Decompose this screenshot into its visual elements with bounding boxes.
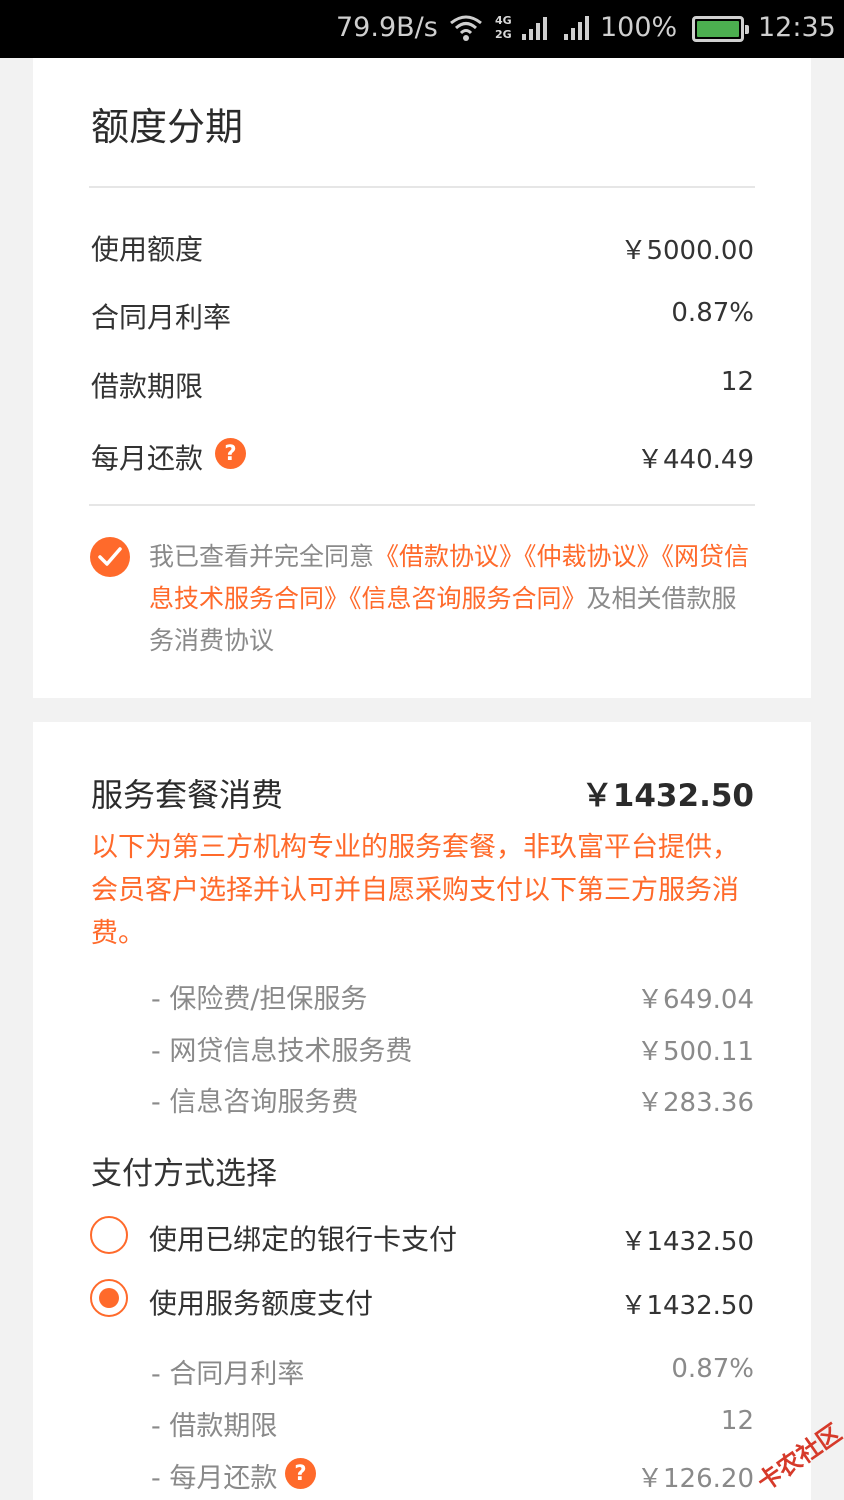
link-consulting-contract[interactable]: 《信息咨询服务合同》 bbox=[349, 584, 587, 613]
row-label-term: 借款期限 bbox=[91, 370, 204, 403]
fee-value-consulting: ￥283.36 bbox=[637, 1088, 754, 1118]
fee-value-insurance: ￥649.04 bbox=[637, 985, 754, 1015]
fee-label-tech: - 网贷信息技术服务费 bbox=[151, 1036, 413, 1067]
fee-label-insurance: - 保险费/担保服务 bbox=[151, 984, 368, 1015]
row-value-limit: ￥5000.00 bbox=[620, 236, 754, 266]
link-arbitration-agreement[interactable]: 《仲裁协议》 bbox=[524, 542, 662, 571]
signal-strength-icon bbox=[564, 16, 589, 40]
payment-value-bank-card: ￥1432.50 bbox=[620, 1227, 754, 1257]
help-icon[interactable]: ? bbox=[285, 1458, 316, 1489]
status-bar: 79.9B/s 4G 2G 100% 12:35 bbox=[0, 0, 844, 58]
limit-installment-card: 额度分期 使用额度 ￥5000.00 合同月利率 0.87% 借款期限 12 每… bbox=[33, 58, 811, 698]
third-party-notice: 以下为第三方机构专业的服务套餐，非玖富平台提供，会员客户选择并认可并自愿采购支付… bbox=[91, 832, 739, 949]
battery-tip bbox=[745, 25, 749, 34]
detail-label-term: - 借款期限 bbox=[151, 1411, 278, 1442]
agreement-text: 我已查看并完全同意《借款协议》《仲裁协议》《网贷信息技术服务合同》《信息咨询服务… bbox=[149, 536, 759, 662]
payment-method-title: 支付方式选择 bbox=[91, 1156, 277, 1192]
section-title: 服务套餐消费 bbox=[91, 776, 284, 814]
signal-icon bbox=[522, 17, 547, 40]
row-value-term: 12 bbox=[720, 367, 754, 397]
battery-icon bbox=[692, 16, 749, 42]
service-package-card: 服务套餐消费 ￥1432.50 以下为第三方机构专业的服务套餐，非玖富平台提供，… bbox=[33, 722, 811, 1500]
detail-value-rate: 0.87% bbox=[671, 1354, 754, 1384]
detail-value-monthly: ￥126.20 bbox=[637, 1464, 754, 1494]
radio-bank-card[interactable] bbox=[90, 1216, 128, 1254]
battery-percent: 100% bbox=[600, 12, 678, 43]
network-type-top: 4G bbox=[495, 14, 512, 27]
divider bbox=[89, 504, 755, 506]
fee-label-consulting: - 信息咨询服务费 bbox=[151, 1087, 359, 1118]
checkmark-icon bbox=[98, 547, 122, 566]
clock: 12:35 bbox=[758, 12, 836, 43]
service-total: ￥1432.50 bbox=[581, 778, 754, 814]
network-type: 4G 2G bbox=[495, 14, 517, 42]
row-label-rate: 合同月利率 bbox=[91, 301, 232, 334]
agreement-prefix: 我已查看并完全同意 bbox=[149, 542, 375, 571]
net-speed: 79.9B/s bbox=[336, 12, 438, 43]
fee-value-tech: ￥500.11 bbox=[637, 1037, 754, 1067]
help-icon[interactable]: ? bbox=[215, 438, 246, 469]
link-loan-agreement[interactable]: 《借款协议》 bbox=[374, 542, 524, 571]
radio-service-limit[interactable] bbox=[90, 1279, 128, 1317]
detail-label-monthly: - 每月还款 bbox=[151, 1463, 278, 1494]
payment-value-service-limit: ￥1432.50 bbox=[620, 1291, 754, 1321]
network-type-bottom: 2G bbox=[495, 28, 512, 41]
payment-option-bank-card[interactable]: 使用已绑定的银行卡支付 bbox=[149, 1218, 457, 1258]
wifi-icon bbox=[450, 15, 482, 41]
payment-option-service-limit[interactable]: 使用服务额度支付 bbox=[149, 1282, 373, 1322]
detail-label-rate: - 合同月利率 bbox=[151, 1359, 305, 1390]
watermark-logo: 卡农社区 bbox=[740, 1410, 844, 1500]
row-value-rate: 0.87% bbox=[671, 298, 754, 328]
divider bbox=[89, 186, 755, 188]
battery-level bbox=[697, 21, 739, 37]
row-label-limit: 使用额度 bbox=[91, 233, 204, 266]
section-title: 额度分期 bbox=[91, 105, 244, 149]
agreement-checkbox[interactable] bbox=[90, 537, 130, 577]
row-label-monthly: 每月还款 bbox=[91, 442, 204, 475]
watermark-text: 卡农社区 bbox=[752, 1418, 844, 1497]
row-value-monthly: ￥440.49 bbox=[637, 445, 754, 475]
